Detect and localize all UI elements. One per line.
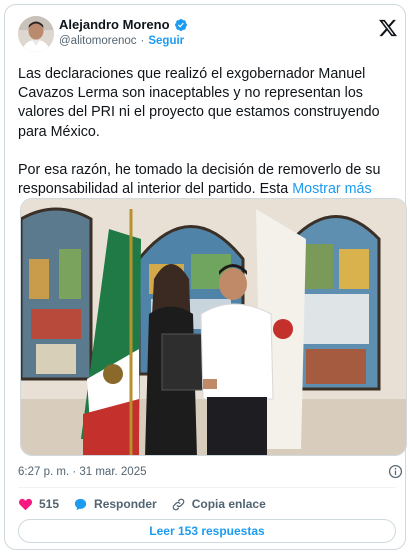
tweet-card: Alejandro Moreno @alitomorenoc · Seguir … — [4, 4, 407, 550]
show-more-link[interactable]: Mostrar más — [292, 181, 371, 197]
read-replies-button[interactable]: Leer 153 respuestas — [18, 519, 396, 543]
reply-label: Responder — [94, 497, 157, 511]
reply-button[interactable]: Responder — [73, 497, 157, 512]
copy-link-label: Copia enlace — [191, 497, 266, 511]
link-icon — [171, 497, 186, 512]
heart-icon — [18, 497, 33, 512]
tweet-timestamp[interactable]: 6:27 p. m. · 31 mar. 2025 — [18, 466, 147, 478]
verified-badge-icon — [174, 18, 188, 32]
tweet-paragraph-1: Las declaraciones que realizó el exgober… — [18, 66, 380, 140]
separator-dot: · — [140, 35, 145, 47]
copy-link-button[interactable]: Copia enlace — [171, 497, 266, 512]
tweet-paragraph-2: Por esa razón, he tomado la decisión de … — [18, 161, 400, 199]
follow-button[interactable]: Seguir — [148, 35, 184, 47]
tweet-text: Las declaraciones que realizó el exgober… — [18, 65, 400, 199]
action-bar: 515 Responder Copia enlace — [18, 495, 280, 513]
tweet-photo[interactable] — [20, 198, 407, 456]
author-names: Alejandro Moreno @alitomorenoc · Seguir — [59, 17, 188, 47]
info-icon[interactable] — [388, 464, 403, 479]
tweet-header: Alejandro Moreno @alitomorenoc · Seguir — [18, 16, 398, 56]
like-button[interactable]: 515 — [18, 497, 59, 512]
reply-bubble-icon — [73, 497, 88, 512]
author-handle[interactable]: @alitomorenoc — [59, 35, 137, 47]
author-avatar[interactable] — [18, 16, 54, 52]
author-display-name[interactable]: Alejandro Moreno — [59, 17, 170, 32]
x-logo-icon[interactable] — [378, 18, 398, 38]
divider — [18, 487, 396, 488]
like-count: 515 — [39, 497, 60, 511]
